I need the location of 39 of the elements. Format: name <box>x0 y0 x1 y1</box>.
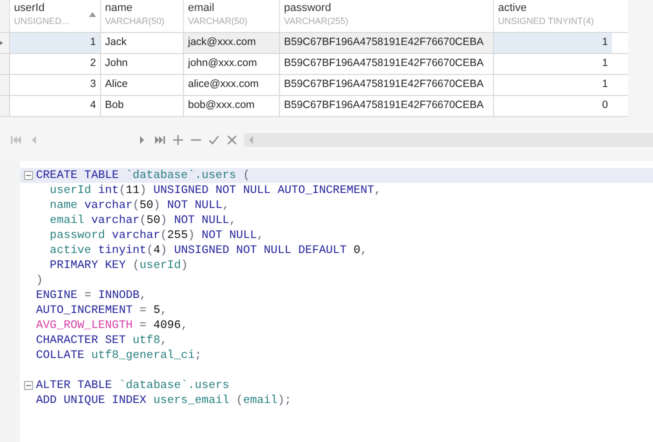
column-name: active <box>498 2 528 15</box>
column-type: UNSIGNED... <box>14 15 70 28</box>
code-line: ADD UNIQUE INDEX users_email (email); <box>36 392 292 409</box>
code-line: name varchar(50) NOT NULL, <box>48 198 230 214</box>
code-line: ALTER TABLE `database`.users <box>36 378 230 394</box>
column-type: VARCHAR(50) <box>188 15 248 28</box>
code-line: ENGINE = INNODB, <box>36 288 146 304</box>
column-name: userId <box>14 2 46 15</box>
collapse-icon[interactable] <box>24 171 32 180</box>
column-name: email <box>188 2 216 15</box>
code-line: email varchar(50) NOT NULL, <box>48 212 236 229</box>
plus-icon[interactable] <box>172 134 184 146</box>
code-line: AVG_ROW_LENGTH = 4096, <box>36 318 188 334</box>
last-record-icon[interactable] <box>154 134 166 146</box>
code-line: PRIMARY KEY (userId) <box>48 258 188 274</box>
column-name: name <box>105 2 134 15</box>
table-cell: 1 <box>9 33 100 53</box>
scroll-left-icon[interactable] <box>248 136 254 144</box>
code-line: active tinyint(4) UNSIGNED NOT NULL DEFAULT 0, <box>48 242 368 259</box>
code-line: CREATE TABLE `database`.users ( <box>36 168 250 184</box>
column-type: VARCHAR(50) <box>105 15 164 28</box>
table-cell: jack@xxx.com <box>183 33 279 53</box>
close-icon[interactable] <box>226 134 238 146</box>
row-header[interactable] <box>0 33 9 53</box>
current-row-icon <box>0 41 3 45</box>
table-cell: B59C67BF196A4758191E42F76670CEBA <box>279 33 493 53</box>
code-line: AUTO_INCREMENT = 5, <box>36 302 168 319</box>
table-cell: 1 <box>493 33 612 53</box>
column-type: UNSIGNED TINYINT(4) <box>498 15 594 28</box>
horizontal-scrollbar[interactable] <box>244 133 653 147</box>
code-line: CHARACTER SET utf8, <box>36 332 168 349</box>
column-type: VARCHAR(255) <box>284 15 348 28</box>
code-line: ) <box>36 272 43 289</box>
code-line: userId int(11) UNSIGNED NOT NULL AUTO_INCREMENT, <box>48 182 382 199</box>
check-icon[interactable] <box>208 134 220 146</box>
collapse-icon[interactable] <box>24 381 32 390</box>
code-line: COLLATE utf8_general_ci; <box>36 348 202 364</box>
column-name: password <box>284 2 332 15</box>
code-line: password varchar(255) NOT NULL, <box>48 228 264 244</box>
